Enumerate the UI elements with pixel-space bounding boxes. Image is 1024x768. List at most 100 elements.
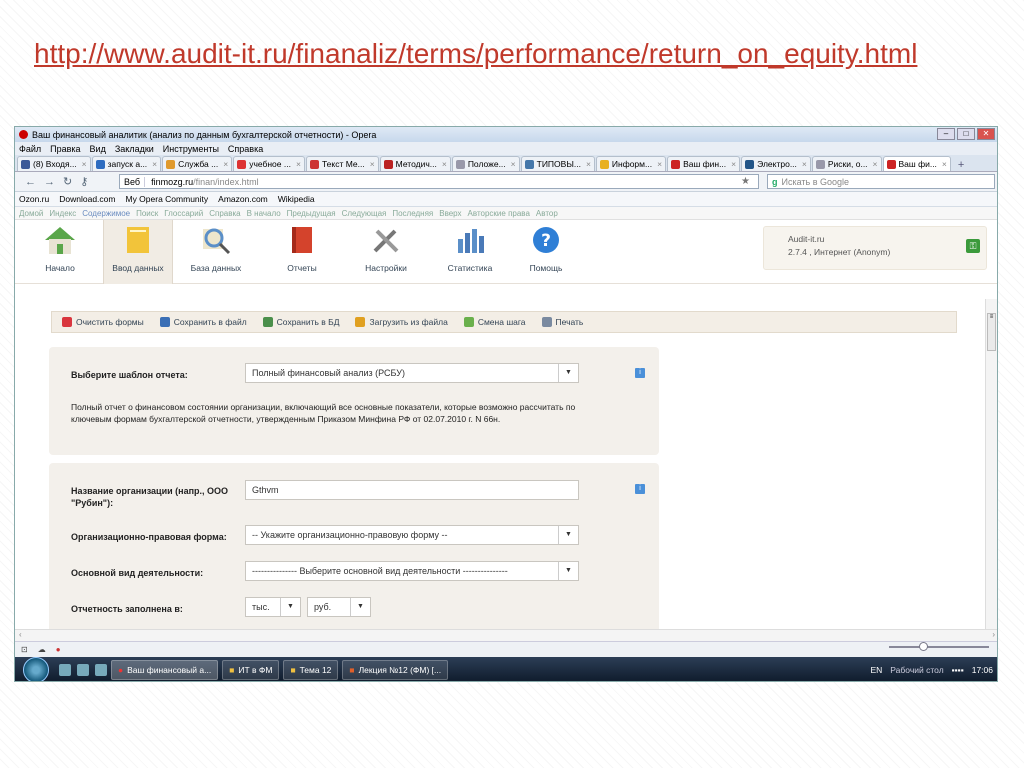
bookmark-star-icon[interactable]: ★ — [741, 176, 750, 187]
toolbar-button[interactable]: Сохранить в файл — [159, 317, 247, 327]
show-desktop-icon[interactable] — [59, 664, 71, 676]
tab-close-icon[interactable]: × — [152, 159, 157, 169]
taskbar-item-opera[interactable]: ● Ваш финансовый а... — [111, 660, 219, 680]
tab-close-icon[interactable]: × — [731, 159, 736, 169]
toolbar-button[interactable]: Смена шага — [463, 317, 526, 327]
bookmark-amazon[interactable]: Amazon.com — [218, 194, 268, 204]
menu-help[interactable]: Справка — [228, 144, 263, 154]
cloud-icon[interactable]: ☁ — [38, 645, 46, 654]
bookmark-ozon[interactable]: Ozon.ru — [19, 194, 49, 204]
tab-close-icon[interactable]: × — [511, 159, 516, 169]
nav-link[interactable]: Содержимое — [82, 209, 130, 218]
org-name-input[interactable]: Gthvm — [245, 480, 579, 500]
menu-edit[interactable]: Правка — [50, 144, 80, 154]
menu-home[interactable]: Начало — [25, 220, 95, 284]
google-search-input[interactable]: g Искать в Google — [767, 174, 995, 189]
info-icon[interactable]: i — [635, 368, 645, 378]
maximize-button[interactable]: □ — [957, 128, 975, 140]
toolbar-button[interactable]: Сохранить в БД — [262, 317, 339, 327]
bookmark-wikipedia[interactable]: Wikipedia — [278, 194, 315, 204]
menu-bookmarks[interactable]: Закладки — [115, 144, 154, 154]
vertical-scrollbar[interactable]: ≡ — [985, 299, 997, 629]
tab-close-icon[interactable]: × — [657, 159, 662, 169]
start-button[interactable] — [23, 657, 49, 681]
browser-tab[interactable]: Ваш фин... × — [667, 156, 741, 171]
nav-link[interactable]: Справка — [209, 209, 240, 218]
switch-windows-icon[interactable] — [77, 664, 89, 676]
browser-tab[interactable]: ТИПОВЫ... × — [520, 156, 595, 171]
menu-statistics[interactable]: Статистика — [435, 220, 505, 284]
tray-icons[interactable]: ▪▪▪▪ — [952, 665, 964, 675]
nav-link[interactable]: Индекс — [49, 209, 76, 218]
nav-link[interactable]: Следующая — [342, 209, 387, 218]
forward-icon[interactable]: → — [44, 176, 55, 188]
nav-link[interactable]: В начало — [247, 209, 281, 218]
tab-close-icon[interactable]: × — [82, 159, 87, 169]
toolbar-button[interactable]: Очистить формы — [62, 317, 144, 327]
browser-tab[interactable]: запуск а... × — [91, 156, 162, 171]
tab-close-icon[interactable]: × — [223, 159, 228, 169]
menu-file[interactable]: Файл — [19, 144, 41, 154]
browser-tab[interactable]: Риски, о... × — [811, 156, 882, 171]
tab-close-icon[interactable]: × — [802, 159, 807, 169]
units-currency-select[interactable]: руб. ▼ — [307, 597, 371, 617]
toolbar-button[interactable]: Печать — [541, 317, 583, 327]
bookmark-opera-community[interactable]: My Opera Community — [125, 194, 208, 204]
nav-link[interactable]: Последняя — [392, 209, 433, 218]
template-select[interactable]: Полный финансовый анализ (РСБУ) ▼ — [245, 363, 579, 383]
nav-link[interactable]: Вверх — [439, 209, 461, 218]
minimize-button[interactable]: – — [937, 128, 955, 140]
zoom-slider-handle[interactable] — [919, 642, 928, 651]
nav-link[interactable]: Глоссарий — [164, 209, 203, 218]
back-icon[interactable]: ← — [25, 176, 36, 188]
browser-tab[interactable]: Текст Ме... × — [305, 156, 379, 171]
browser-tab[interactable]: Информ... × — [595, 156, 667, 171]
units-scale-select[interactable]: тыс. ▼ — [245, 597, 301, 617]
taskbar-item-lecture[interactable]: ■ Лекция №12 (ФМ) [... — [342, 660, 449, 680]
browser-tab[interactable]: (8) Входя... × — [17, 156, 91, 171]
tab-close-icon[interactable]: × — [586, 159, 591, 169]
close-button[interactable]: ✕ — [977, 128, 995, 140]
tab-close-icon[interactable]: × — [873, 159, 878, 169]
menu-database[interactable]: База данных — [181, 220, 251, 284]
scroll-left-icon[interactable]: ‹ — [19, 630, 22, 639]
browser-tab[interactable]: Служба ... × — [162, 156, 233, 171]
language-indicator[interactable]: EN — [870, 665, 882, 675]
nav-link[interactable]: Домой — [19, 209, 43, 218]
nav-link[interactable]: Поиск — [136, 209, 158, 218]
unite-icon[interactable]: ● — [56, 645, 61, 654]
browser-tab[interactable]: Методич... × — [379, 156, 451, 171]
browser-tab[interactable]: Ваш фи... × — [882, 156, 951, 171]
url-input[interactable]: Веб finmozg.ru/finan/index.html ★ — [119, 174, 759, 189]
nav-link[interactable]: Авторские права — [468, 209, 530, 218]
menu-reports[interactable]: Отчеты — [267, 220, 337, 284]
nav-link[interactable]: Предыдущая — [287, 209, 336, 218]
ie-icon[interactable] — [95, 664, 107, 676]
menu-settings[interactable]: Настройки — [351, 220, 421, 284]
browser-tab[interactable]: Электро... × — [741, 156, 811, 171]
desktop-toolbar-label[interactable]: Рабочий стол — [890, 665, 943, 675]
browser-tab[interactable]: Положе... × — [451, 156, 520, 171]
tab-close-icon[interactable]: × — [370, 159, 375, 169]
clock[interactable]: 17:06 — [972, 665, 993, 675]
toolbar-button[interactable]: Загрузить из файла — [355, 317, 448, 327]
new-tab-icon[interactable]: + — [958, 159, 964, 171]
zoom-slider[interactable] — [889, 642, 989, 651]
nav-link[interactable]: Автор — [536, 209, 558, 218]
activity-select[interactable]: --------------- Выберите основной вид де… — [245, 561, 579, 581]
taskbar-item-it-fm[interactable]: ■ ИТ в ФМ — [222, 660, 280, 680]
tab-close-icon[interactable]: × — [296, 159, 301, 169]
scroll-right-icon[interactable]: › — [992, 630, 995, 639]
legal-form-select[interactable]: -- Укажите организационно-правовую форму… — [245, 525, 579, 545]
reload-icon[interactable]: ↻ — [63, 175, 72, 188]
taskbar-item-tema[interactable]: ■ Тема 12 — [283, 660, 339, 680]
key-icon[interactable]: ⚷ — [80, 175, 88, 188]
menu-help-app[interactable]: ? Помощь — [511, 220, 581, 284]
tab-close-icon[interactable]: × — [942, 159, 947, 169]
slide-url-link[interactable]: http://www.audit-it.ru/finanaliz/terms/p… — [34, 38, 917, 70]
tab-close-icon[interactable]: × — [442, 159, 447, 169]
info-icon[interactable]: i — [635, 484, 645, 494]
bookmark-download[interactable]: Download.com — [59, 194, 115, 204]
menu-tools[interactable]: Инструменты — [163, 144, 219, 154]
login-button[interactable]: ⚿ — [966, 239, 980, 253]
